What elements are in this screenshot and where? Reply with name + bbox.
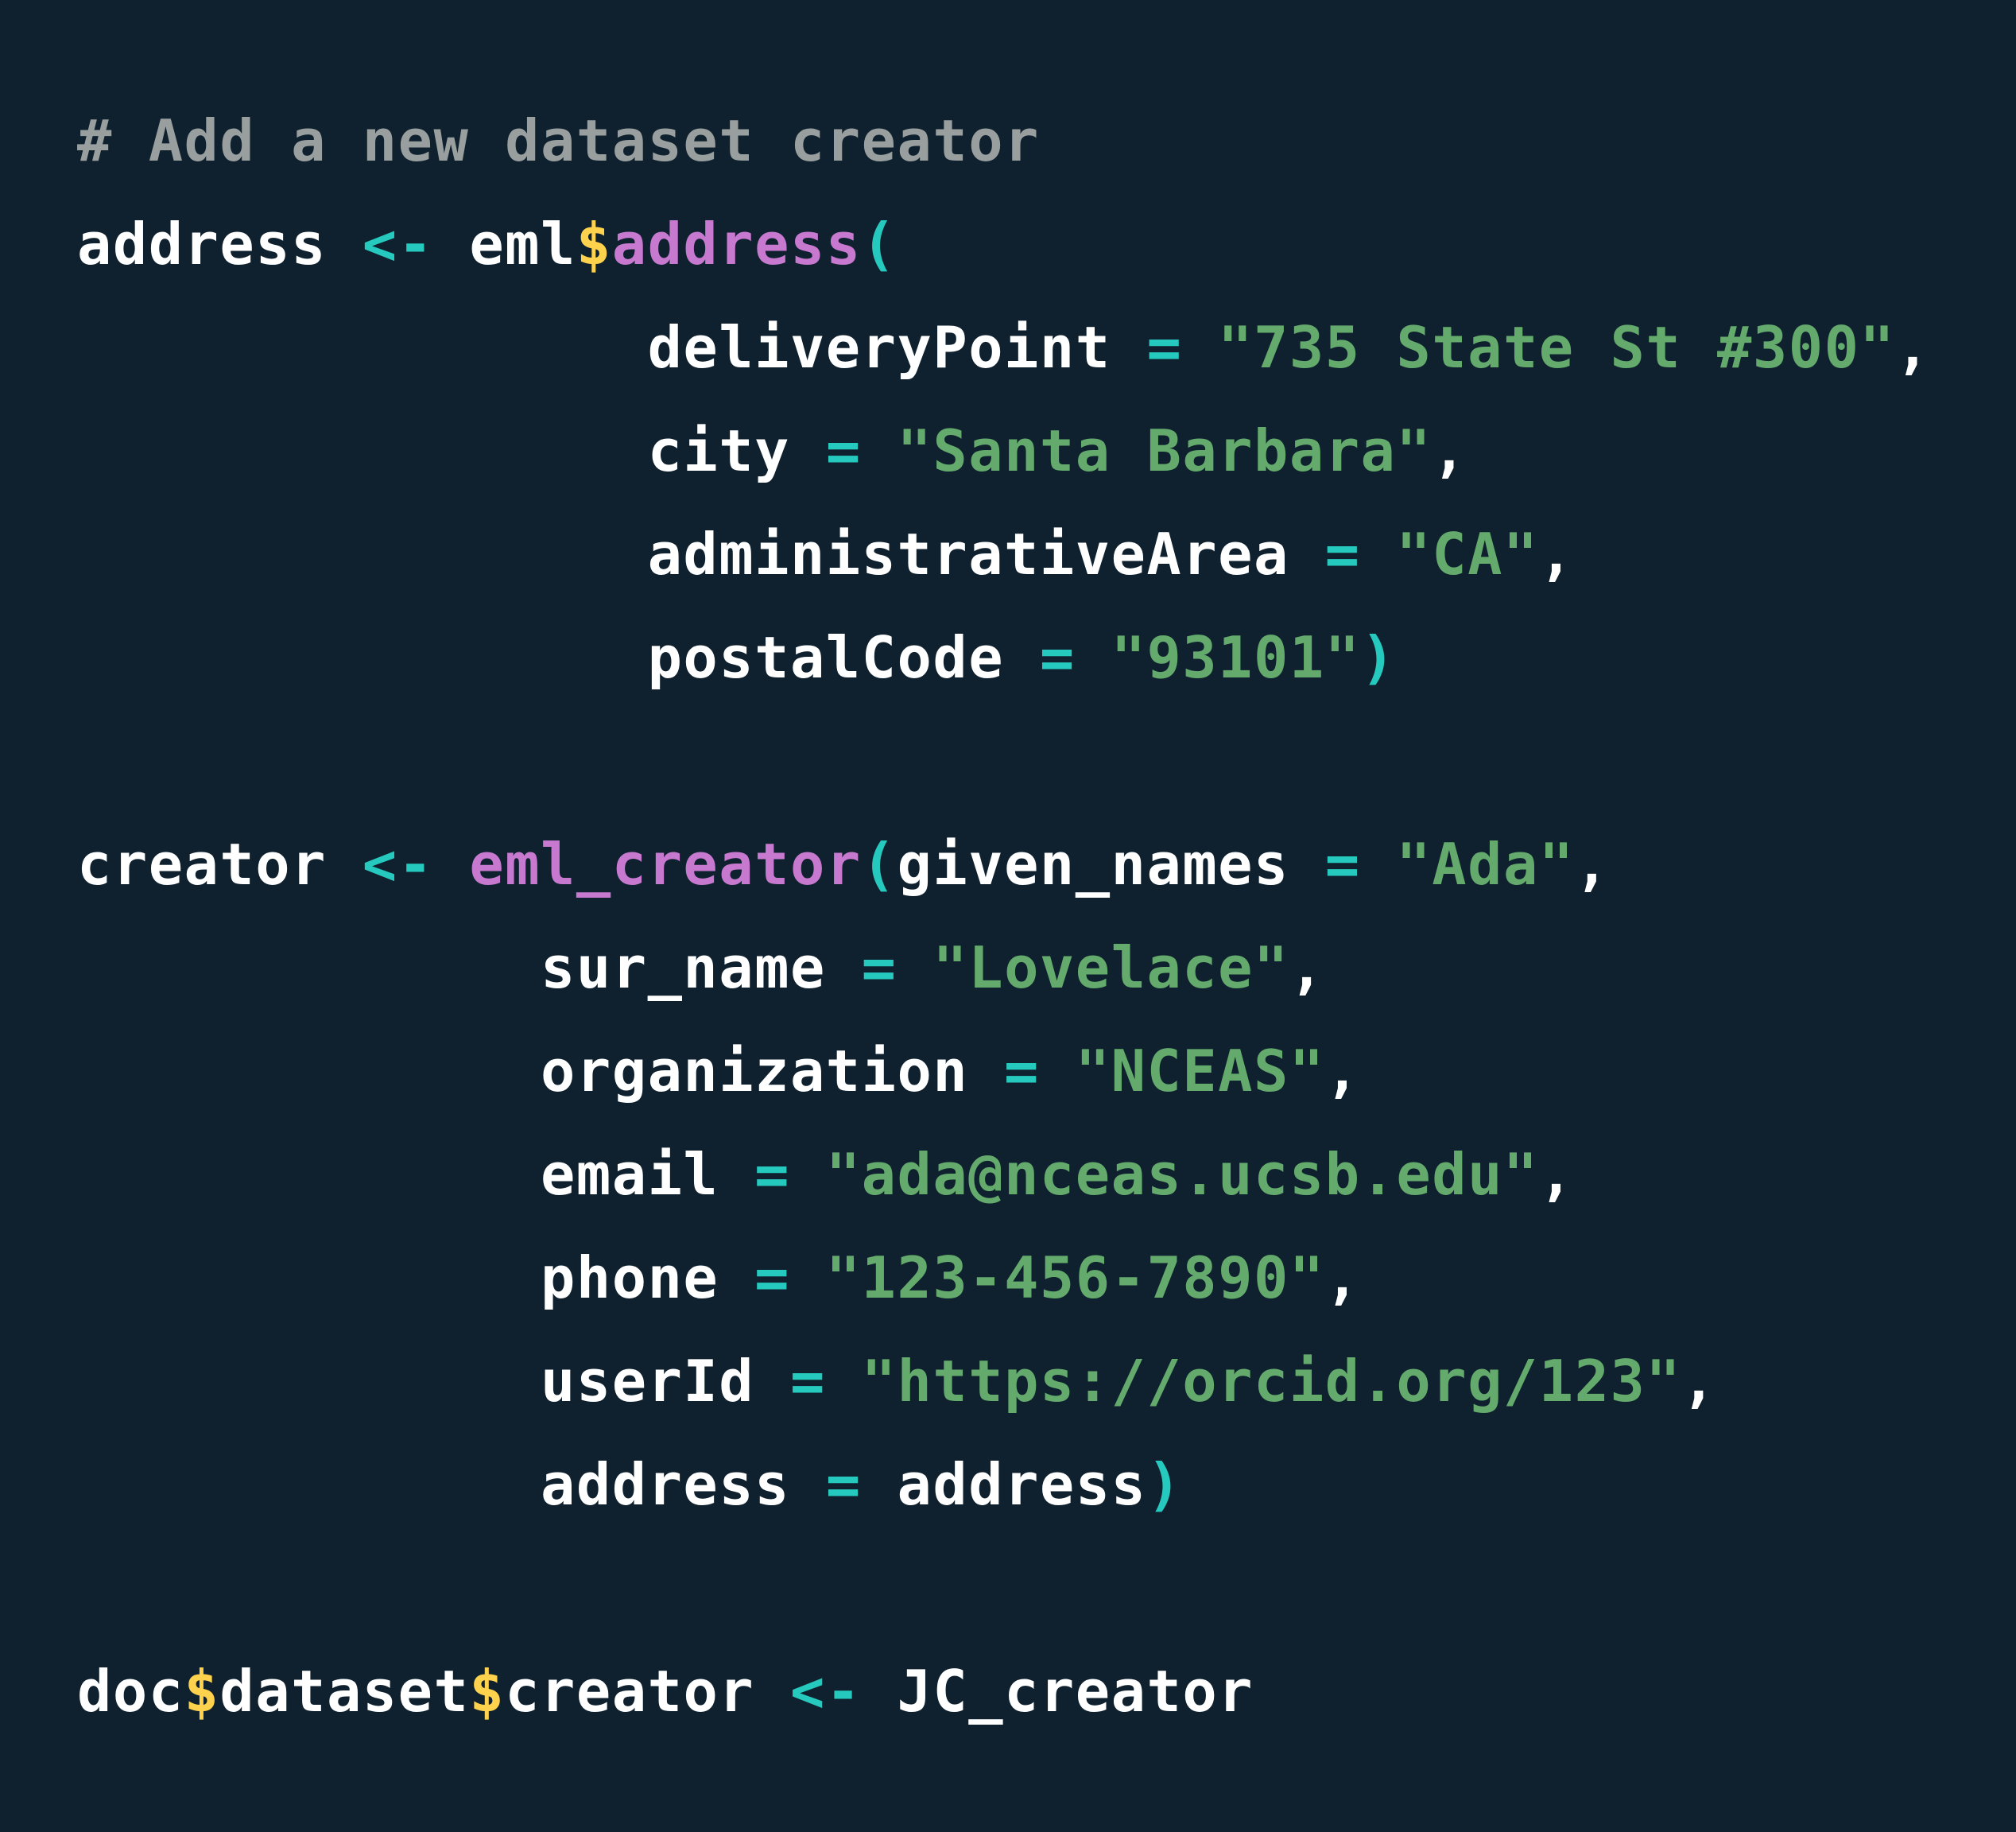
code-identifier: sur_name	[77, 934, 862, 1001]
code-function-name: address	[611, 211, 862, 278]
code-operator: =	[754, 1141, 790, 1208]
code-line-address-assign: address <- eml$address(	[77, 192, 898, 296]
code-line-sur-name: sur_name = "Lovelace",	[77, 916, 1325, 1019]
code-operator: =	[1004, 1038, 1040, 1104]
code-dollar-accessor: $	[576, 211, 612, 278]
code-operator: =	[789, 1348, 826, 1415]
code-string-literal: "https://orcid.org/123"	[861, 1348, 1682, 1415]
code-line-administrative-area: administrativeArea = "CA",	[77, 503, 1575, 606]
code-identifier: eml	[433, 211, 576, 278]
code-operator: (	[861, 211, 898, 278]
code-identifier: administrativeArea	[77, 521, 1325, 588]
code-identifier: organization	[77, 1038, 1005, 1104]
code-identifier: creator	[77, 831, 362, 898]
code-operator: =	[1146, 314, 1183, 381]
code-string-literal: "123-456-7890"	[825, 1244, 1325, 1311]
code-punctuation: ,	[1574, 831, 1611, 898]
code-identifier: address	[861, 1451, 1147, 1518]
code-dollar-accessor: $	[184, 1658, 220, 1725]
code-operator: =	[825, 1451, 862, 1518]
code-operator: )	[1360, 624, 1397, 691]
code-operator: <-	[362, 831, 434, 898]
code-identifier	[1182, 314, 1218, 381]
code-line-address-arg: address = address)	[77, 1433, 1182, 1536]
code-dollar-accessor: $	[469, 1658, 506, 1725]
code-operator: )	[1146, 1451, 1183, 1518]
code-identifier	[862, 417, 898, 484]
code-identifier: userId	[77, 1348, 790, 1415]
code-identifier	[898, 934, 933, 1001]
code-identifier: given_names	[897, 831, 1325, 898]
code-identifier: deliveryPoint	[77, 314, 1147, 381]
code-string-literal: "93101"	[1111, 624, 1361, 691]
code-punctuation: ,	[1324, 1038, 1361, 1104]
code-identifier: email	[77, 1141, 755, 1208]
code-identifier: phone	[77, 1244, 755, 1311]
code-editor: # Add a new dataset creator address <- e…	[0, 0, 2016, 1832]
code-line-phone: phone = "123-456-7890",	[77, 1226, 1361, 1329]
code-identifier	[790, 1244, 826, 1311]
code-identifier: dataset	[219, 1658, 470, 1725]
code-function-name: eml_creator	[469, 831, 862, 898]
code-identifier	[826, 1348, 862, 1415]
code-line-organization: organization = "NCEAS",	[77, 1019, 1361, 1123]
code-operator: <-	[789, 1658, 862, 1725]
code-identifier	[1361, 521, 1397, 588]
code-identifier	[1361, 831, 1397, 898]
code-string-literal: "Lovelace"	[932, 934, 1289, 1001]
code-line-comment: # Add a new dataset creator	[77, 89, 1040, 192]
code-operator: =	[861, 934, 898, 1001]
code-punctuation: ,	[1289, 934, 1325, 1001]
code-string-literal: "CA"	[1396, 521, 1539, 588]
code-punctuation: ,	[1538, 1141, 1575, 1208]
code-string-literal: "NCEAS"	[1075, 1038, 1325, 1104]
code-operator: <-	[362, 211, 434, 278]
code-line-delivery-point: deliveryPoint = "735 State St #300",	[77, 296, 1931, 399]
code-punctuation: ,	[1895, 314, 1932, 381]
code-identifier: city	[77, 417, 826, 484]
code-comment: # Add a new dataset creator	[77, 107, 1040, 174]
code-identifier: postalCode	[77, 624, 1040, 691]
code-line-user-id: userId = "https://orcid.org/123",	[77, 1329, 1717, 1433]
code-operator: =	[754, 1244, 790, 1311]
code-operator: =	[1324, 521, 1361, 588]
code-line-doc-assign: doc$dataset$creator <- JC_creator	[77, 1640, 1254, 1743]
code-operator: =	[1324, 831, 1361, 898]
code-string-literal: "ada@nceas.ucsb.edu"	[825, 1141, 1539, 1208]
code-identifier	[433, 831, 469, 898]
code-string-literal: "735 State St #300"	[1218, 314, 1896, 381]
code-punctuation: ,	[1432, 417, 1468, 484]
code-identifier: address	[77, 211, 362, 278]
code-operator: (	[861, 831, 898, 898]
code-identifier: JC_creator	[861, 1658, 1254, 1725]
code-line-email: email = "ada@nceas.ucsb.edu",	[77, 1123, 1575, 1226]
code-punctuation: ,	[1324, 1244, 1361, 1311]
code-string-literal: "Ada"	[1396, 831, 1575, 898]
code-punctuation: ,	[1681, 1348, 1718, 1415]
code-string-literal: "Santa Barbara"	[897, 417, 1433, 484]
code-identifier	[790, 1141, 826, 1208]
code-punctuation: ,	[1538, 521, 1575, 588]
code-operator: =	[1039, 624, 1076, 691]
code-identifier: creator	[505, 1658, 790, 1725]
code-identifier	[1076, 624, 1111, 691]
code-line-city: city = "Santa Barbara",	[77, 399, 1467, 503]
code-identifier	[1040, 1038, 1076, 1104]
code-line-postal-code: postalCode = "93101")	[77, 606, 1396, 709]
code-identifier: address	[77, 1451, 826, 1518]
code-operator: =	[825, 417, 862, 484]
code-line-creator-assign: creator <- eml_creator(given_names = "Ad…	[77, 813, 1611, 916]
code-identifier: doc	[77, 1658, 184, 1725]
